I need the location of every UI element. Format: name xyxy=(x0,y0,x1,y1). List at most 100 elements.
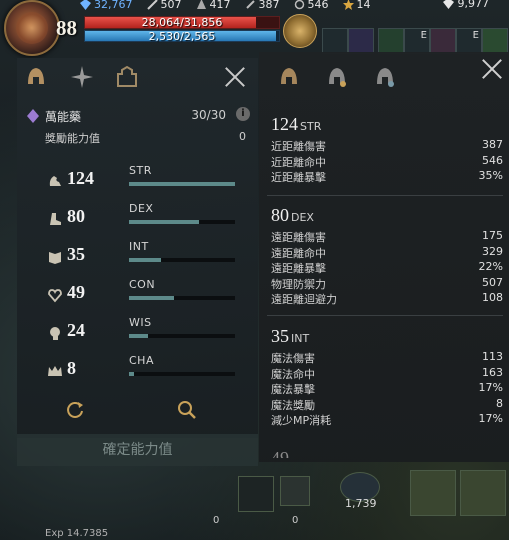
detail-section-tag: INT xyxy=(291,332,310,345)
stat-name: CON xyxy=(129,278,156,291)
stat-bar-fill xyxy=(129,182,235,186)
detail-line-label: 遠距離迴避力 xyxy=(271,293,337,306)
hat-icon xyxy=(196,0,207,10)
helmet-icon[interactable] xyxy=(277,64,301,90)
stat-bar xyxy=(129,220,235,224)
hp-bar: 28,064/31,856 xyxy=(84,16,280,29)
detail-line-value: 108 xyxy=(482,291,503,304)
detail-line: 魔法傷害 113 xyxy=(271,350,503,366)
bonus-label: 獎勵能力值 xyxy=(45,132,100,145)
gem-icon xyxy=(80,0,91,10)
item-slot[interactable] xyxy=(280,476,310,506)
head-icon xyxy=(47,325,63,341)
character-portrait[interactable] xyxy=(4,0,60,56)
detail-section-dex: 80 DEX 遠距離傷害 175 遠距離命中 329 遠距離暴擊 22% 物理防禦力 507 遠距離… xyxy=(271,205,503,307)
reset-icon[interactable] xyxy=(65,400,85,420)
mp-text: 2,530/2,565 xyxy=(148,30,216,43)
panel-tab-bar xyxy=(17,58,258,98)
stat-allocation-panel: 萬能藥 30/30 i 獎勵能力值 0 124 STR 80 DEX 35 INT 49 CO… xyxy=(17,58,258,438)
boot-icon xyxy=(47,211,63,227)
clan-emblem-icon[interactable] xyxy=(283,14,317,48)
skill-slot-2[interactable] xyxy=(348,28,374,54)
stat-bar xyxy=(129,258,235,262)
scroll-slot[interactable] xyxy=(238,476,274,512)
stat-magic: 417 xyxy=(196,0,231,11)
detail-line: 近距離命中 546 xyxy=(271,154,503,170)
detail-line-value: 35% xyxy=(478,169,503,182)
skill-slot-6[interactable] xyxy=(456,28,482,54)
stat-row-int[interactable]: 35 INT xyxy=(47,240,242,274)
detail-line: 魔法暴擊 17% xyxy=(271,381,503,397)
detail-line-value: 163 xyxy=(482,365,503,379)
stat-bar xyxy=(129,182,235,186)
currency-display: 9,977 xyxy=(442,0,489,10)
elixir-row: 萬能藥 30/30 i xyxy=(25,106,250,126)
search-icon[interactable] xyxy=(177,400,197,420)
skill-slot-7[interactable] xyxy=(482,28,508,54)
stat-hit: 546 xyxy=(294,0,329,11)
detail-line-value: 387 xyxy=(482,138,503,151)
detail-section-value: 35 xyxy=(271,326,289,346)
skill-slot-1[interactable] xyxy=(322,28,348,54)
crown-icon xyxy=(47,363,63,379)
helmet-tab-icon[interactable] xyxy=(23,64,49,90)
stat-buff: 14 xyxy=(342,0,371,11)
detail-line: 遠距離命中 329 xyxy=(271,245,503,261)
detail-line-label: 近距離暴擊 xyxy=(271,171,326,184)
close-icon[interactable] xyxy=(224,66,246,88)
detail-section-str: 124 STR 近距離傷害 387 近距離命中 546 近距離暴擊 35% xyxy=(271,114,503,185)
detail-line: 魔法獎勵 8 xyxy=(271,397,503,413)
sword-icon xyxy=(146,0,158,10)
stat-bar-fill xyxy=(129,372,135,376)
stat-value: 24 xyxy=(67,320,85,340)
detail-line-label: 魔法獎勵 xyxy=(271,398,315,412)
confirm-stats-button[interactable]: 確定能力值 xyxy=(17,434,258,466)
compass-star-icon[interactable] xyxy=(69,64,95,90)
detail-section-header: 35 INT xyxy=(271,326,503,347)
skill-slot-5[interactable] xyxy=(430,28,456,54)
dagger-icon xyxy=(245,0,256,10)
section-divider xyxy=(267,315,503,316)
top-stat-strip: 32,767 507 417 387 546 14 xyxy=(80,0,385,11)
info-icon[interactable]: i xyxy=(236,107,250,121)
helmet-minus-icon[interactable] xyxy=(373,64,397,90)
bonus-stat-row: 獎勵能力值 0 xyxy=(45,130,250,146)
potion-icon xyxy=(27,108,39,123)
stat-row-cha[interactable]: 8 CHA xyxy=(47,354,242,388)
detail-line-value: 22% xyxy=(478,260,503,273)
detail-line-value: 17% xyxy=(478,381,503,394)
stat-detail-panel: 124 STR 近距離傷害 387 近距離命中 546 近距離暴擊 35% 80 DEX 遠距離傷害… xyxy=(259,52,509,462)
detail-line-value: 507 xyxy=(482,275,503,289)
stat-row-str[interactable]: 124 STR xyxy=(47,164,242,198)
stat-name: STR xyxy=(129,164,152,177)
skill-slot-lightning[interactable] xyxy=(410,470,456,516)
stat-bar-fill xyxy=(129,258,161,262)
castle-icon[interactable] xyxy=(114,64,140,90)
detail-line: 減少MP消耗 17% xyxy=(271,412,503,428)
stat-name: CHA xyxy=(129,354,154,367)
helmet-plus-icon[interactable] xyxy=(325,64,349,90)
detail-section-header: 124 STR xyxy=(271,114,503,135)
skill-slot-3[interactable] xyxy=(378,28,404,54)
detail-line-label: 近距離傷害 xyxy=(271,140,326,153)
elixir-count: 30/30 xyxy=(191,108,226,122)
target-icon xyxy=(294,0,305,10)
detail-line: 遠距離傷害 175 xyxy=(271,229,503,245)
heart-icon xyxy=(47,287,63,303)
skill-slot-nature[interactable] xyxy=(460,470,506,516)
detail-line-value: 175 xyxy=(482,229,503,242)
detail-line-value: 17% xyxy=(478,412,503,425)
stat-row-wis[interactable]: 24 WIS xyxy=(47,316,242,350)
stat-row-dex[interactable]: 80 DEX xyxy=(47,202,242,236)
skill-slot-4[interactable] xyxy=(404,28,430,54)
close-icon[interactable] xyxy=(481,58,503,80)
stat-bar xyxy=(129,296,235,300)
stat-bar xyxy=(129,334,235,338)
detail-line-label: 減少MP消耗 xyxy=(271,414,332,427)
stat-row-con[interactable]: 49 CON xyxy=(47,278,242,312)
stat-name: WIS xyxy=(129,316,152,329)
detail-line-label: 物理防禦力 xyxy=(271,277,326,291)
detail-line-value: 329 xyxy=(482,244,503,258)
detail-line: 近距離暴擊 35% xyxy=(271,169,503,185)
exp-label: Exp 14.7385 xyxy=(45,528,109,539)
